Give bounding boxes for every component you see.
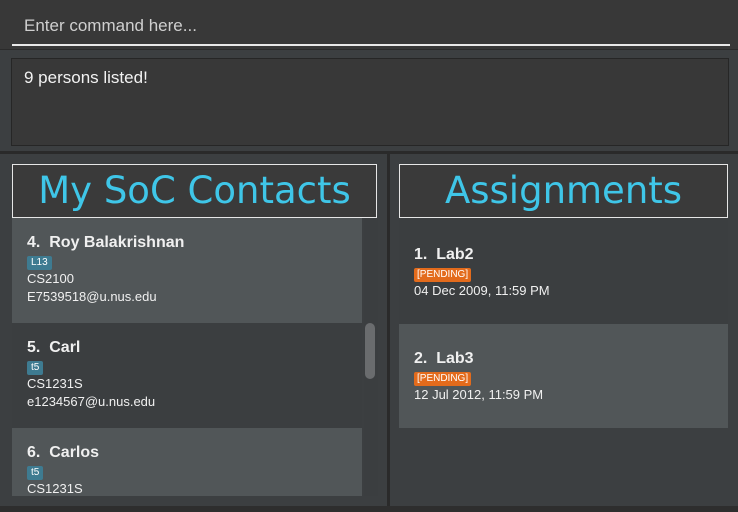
- contact-module: CS1231S: [27, 376, 83, 391]
- horizontal-divider[interactable]: [0, 151, 738, 154]
- contact-name: 6. Carlos: [27, 444, 347, 462]
- contact-name: 5. Carl: [27, 339, 347, 357]
- contact-card[interactable]: 4. Roy Balakrishnan L13 CS2100 E7539518@…: [12, 218, 362, 323]
- contact-card[interactable]: 5. Carl t5 CS1231S e1234567@u.nus.edu: [12, 323, 362, 428]
- contact-tag: t5: [27, 361, 44, 375]
- assignment-card[interactable]: 1. Lab2 [PENDING] 04 Dec 2009, 11:59 PM: [399, 220, 728, 324]
- contact-email: e1234567@u.nus.edu: [27, 394, 156, 409]
- contact-module: CS2100: [27, 271, 74, 286]
- assignment-deadline: 12 Jul 2012, 11:59 PM: [414, 387, 544, 402]
- assignment-name-text: Lab2: [436, 246, 474, 263]
- contact-tag: L13: [27, 256, 52, 270]
- assignment-deadline: 04 Dec 2009, 11:59 PM: [414, 283, 550, 298]
- vertical-divider[interactable]: [387, 154, 390, 512]
- contact-module: CS1231S: [27, 481, 83, 496]
- contact-index: 4.: [27, 234, 41, 251]
- assignment-name: 2. Lab3: [414, 350, 713, 368]
- command-box: [0, 0, 738, 50]
- assignment-index: 1.: [414, 246, 428, 263]
- contact-index: 5.: [27, 339, 41, 356]
- result-message: 9 persons listed!: [24, 68, 148, 87]
- contacts-list[interactable]: 4. Roy Balakrishnan L13 CS2100 E7539518@…: [12, 218, 362, 496]
- contact-name-text: Carlos: [49, 444, 100, 461]
- contact-index: 6.: [27, 444, 41, 461]
- contact-email: E7539518@u.nus.edu: [27, 289, 157, 304]
- contact-name-text: Carl: [49, 339, 81, 356]
- status-badge: [PENDING]: [414, 268, 472, 282]
- result-display[interactable]: 9 persons listed!: [11, 58, 729, 146]
- assignment-index: 2.: [414, 350, 428, 367]
- assignment-card[interactable]: 2. Lab3 [PENDING] 12 Jul 2012, 11:59 PM: [399, 324, 728, 428]
- contacts-scrollbar-thumb[interactable]: [365, 323, 375, 379]
- assignment-name-text: Lab3: [436, 350, 474, 367]
- status-bar: [0, 506, 738, 512]
- contact-name: 4. Roy Balakrishnan: [27, 234, 347, 252]
- status-badge: [PENDING]: [414, 372, 472, 386]
- contact-name-text: Roy Balakrishnan: [49, 234, 185, 251]
- assignments-list[interactable]: 1. Lab2 [PENDING] 04 Dec 2009, 11:59 PM …: [399, 220, 728, 506]
- contact-card[interactable]: 6. Carlos t5 CS1231S: [12, 428, 362, 496]
- assignments-panel-title: Assignments: [399, 164, 728, 218]
- assignment-name: 1. Lab2: [414, 246, 713, 264]
- command-input[interactable]: [12, 8, 730, 46]
- contacts-panel-title: My SoC Contacts: [12, 164, 377, 218]
- contact-tag: t5: [27, 466, 44, 480]
